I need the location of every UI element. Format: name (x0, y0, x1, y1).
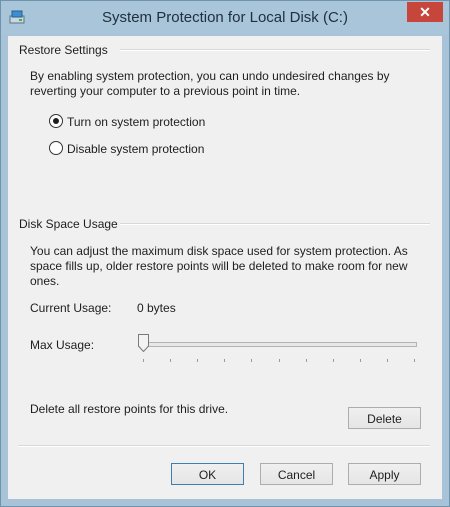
slider-tick (359, 359, 361, 362)
disk-space-description: You can adjust the maximum disk space us… (30, 244, 408, 288)
disk-space-divider (120, 223, 430, 225)
slider-tick (278, 359, 280, 362)
restore-settings-description: By enabling system protection, you can u… (30, 69, 390, 98)
max-usage-slider-track[interactable] (138, 342, 417, 347)
radio-selected-icon[interactable] (49, 114, 63, 128)
restore-settings-header: Restore Settings (19, 43, 108, 57)
footer-divider (18, 445, 430, 447)
radio-unselected-icon[interactable] (49, 141, 63, 155)
max-usage-label: Max Usage: (30, 338, 95, 352)
title-bar[interactable]: System Protection for Local Disk (C:) ✕ (1, 1, 449, 35)
slider-tick (305, 359, 307, 362)
slider-tick (251, 359, 253, 362)
apply-button[interactable]: Apply (348, 463, 421, 485)
delete-description: Delete all restore points for this drive… (30, 402, 229, 416)
dialog-client-area: Restore Settings By enabling system prot… (8, 36, 442, 499)
dialog-window: System Protection for Local Disk (C:) ✕ … (0, 0, 450, 507)
current-usage-label: Current Usage: (30, 301, 112, 315)
cancel-button[interactable]: Cancel (260, 463, 333, 485)
slider-tick (143, 359, 144, 362)
slider-tick (332, 359, 334, 362)
current-usage-value: 0 bytes (137, 301, 176, 315)
window-title: System Protection for Local Disk (C:) (102, 9, 348, 26)
radio-turn-on-protection[interactable]: Turn on system protection (49, 114, 205, 130)
slider-tick (414, 359, 415, 362)
slider-tick (197, 359, 199, 362)
disk-space-header: Disk Space Usage (19, 217, 118, 231)
delete-button[interactable]: Delete (348, 407, 421, 429)
close-icon: ✕ (419, 4, 431, 20)
slider-tick (224, 359, 226, 362)
slider-tick (386, 359, 388, 362)
radio-disable-protection[interactable]: Disable system protection (49, 141, 204, 157)
restore-settings-divider (120, 49, 430, 51)
max-usage-slider-thumb[interactable] (138, 334, 149, 352)
slider-tick (170, 359, 172, 362)
close-button[interactable]: ✕ (407, 2, 443, 22)
ok-button[interactable]: OK (171, 463, 244, 485)
